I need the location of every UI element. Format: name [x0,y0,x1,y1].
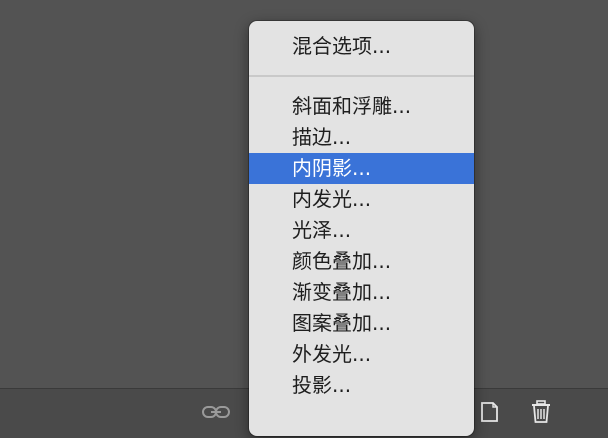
link-layers-button[interactable] [201,398,231,426]
menu-item-stroke[interactable]: 描边... [249,122,474,153]
menu-item-color-overlay[interactable]: 颜色叠加... [249,246,474,277]
menu-item-pattern-overlay[interactable]: 图案叠加... [249,308,474,339]
new-layer-icon [479,401,499,423]
menu-item-inner-shadow[interactable]: 内阴影... [249,153,474,184]
delete-layer-button[interactable] [526,398,556,426]
link-icon [201,402,231,422]
layer-style-menu: 混合选项... 斜面和浮雕... 描边... 内阴影... 内发光... 光泽... 颜色… [249,21,474,436]
menu-item-blending-options[interactable]: 混合选项... [249,31,474,62]
menu-item-inner-glow[interactable]: 内发光... [249,184,474,215]
menu-item-satin[interactable]: 光泽... [249,215,474,246]
menu-item-gradient-overlay[interactable]: 渐变叠加... [249,277,474,308]
new-layer-button[interactable] [474,398,504,426]
menu-separator [249,75,474,77]
menu-item-drop-shadow[interactable]: 投影... [249,370,474,401]
trash-icon [530,400,552,424]
menu-item-bevel-emboss[interactable]: 斜面和浮雕... [249,91,474,122]
menu-item-outer-glow[interactable]: 外发光... [249,339,474,370]
